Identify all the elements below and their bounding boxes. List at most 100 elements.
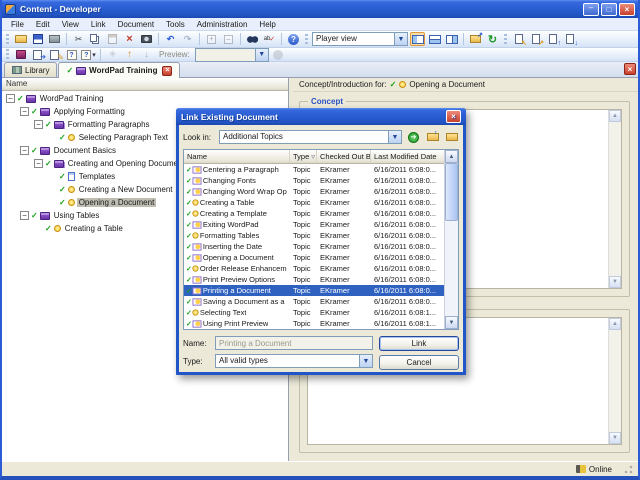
document-row[interactable]: Creating a Table Topic EKramer 6/16/2011… [184, 197, 444, 208]
look-in-select[interactable]: Additional Topics [219, 130, 402, 144]
tree-item[interactable]: WordPad Training [2, 92, 288, 105]
type-select[interactable]: All valid types [215, 354, 373, 368]
promote-icon[interactable] [122, 49, 137, 61]
scrollbar-thumb[interactable] [445, 163, 458, 221]
tree-expander-icon[interactable] [34, 120, 43, 129]
column-header-type[interactable]: Type [290, 150, 317, 163]
expand-all-icon[interactable] [204, 32, 219, 46]
up-one-level-button[interactable] [425, 130, 440, 144]
refresh-icon[interactable] [485, 32, 500, 46]
tree-expander-icon[interactable] [20, 146, 29, 155]
edit-document-icon[interactable] [47, 49, 64, 62]
vertical-split-icon[interactable] [444, 32, 459, 46]
unlink-topic-icon[interactable] [528, 32, 544, 47]
document-row[interactable]: Printing a Document Topic EKramer 6/16/2… [184, 285, 444, 296]
link-button[interactable]: Link [379, 336, 459, 351]
document-row[interactable]: Changing Word Wrap Options Topic EKramer… [184, 186, 444, 197]
tab-close-button[interactable] [162, 65, 173, 76]
print-icon[interactable] [47, 32, 62, 46]
dialog-close-button[interactable] [446, 110, 461, 123]
open-folder-button[interactable] [444, 131, 459, 144]
document-row[interactable]: Saving a Document as a Ne... Topic EKram… [184, 296, 444, 307]
scroll-down-icon[interactable] [609, 432, 621, 444]
scroll-up-icon[interactable] [445, 150, 458, 163]
toolbar-grip[interactable] [6, 49, 9, 60]
menu-item[interactable]: Link [86, 19, 111, 30]
horizontal-split-icon[interactable] [427, 32, 442, 46]
tree-expander-icon[interactable] [6, 94, 15, 103]
move-up-icon[interactable] [545, 32, 561, 47]
minimize-button[interactable] [583, 2, 599, 16]
scroll-down-icon[interactable] [609, 276, 621, 288]
collapse-all-icon[interactable] [221, 32, 236, 46]
help-icon[interactable] [286, 32, 301, 46]
menu-item[interactable]: Edit [31, 19, 55, 30]
close-button[interactable] [619, 2, 635, 16]
document-row[interactable]: Creating a Template Topic EKramer 6/16/2… [184, 208, 444, 219]
document-row[interactable]: Exiting WordPad Topic EKramer 6/16/2011 … [184, 219, 444, 230]
column-header-checked-out-by[interactable]: Checked Out By [317, 150, 371, 163]
redo-icon[interactable] [180, 32, 195, 46]
resize-grip[interactable] [622, 463, 634, 475]
undo-icon[interactable] [163, 32, 178, 46]
paste-icon[interactable] [105, 32, 120, 46]
screenshot-icon[interactable] [139, 32, 154, 46]
open-in-player-icon[interactable] [468, 31, 483, 46]
document-row[interactable]: Selecting Text Topic EKramer 6/16/2011 6… [184, 307, 444, 318]
document-row[interactable]: Centering a Paragraph Topic EKramer 6/16… [184, 164, 444, 175]
editor-scrollbar[interactable] [608, 110, 621, 288]
help-topic-menu-icon[interactable] [81, 49, 96, 61]
document-row[interactable]: Print Preview Options Topic EKramer 6/16… [184, 274, 444, 285]
scroll-up-icon[interactable] [609, 110, 621, 122]
menu-item[interactable]: Help [254, 19, 280, 30]
find-icon[interactable] [245, 32, 260, 46]
editor-scrollbar[interactable] [608, 318, 621, 444]
help-topic-icon[interactable] [64, 49, 79, 61]
spell-check-icon[interactable] [262, 32, 277, 46]
open-icon[interactable] [13, 32, 28, 46]
menu-item[interactable]: Tools [161, 19, 190, 30]
player-view-layout-icon[interactable] [410, 32, 425, 46]
copy-icon[interactable] [88, 32, 103, 46]
delete-icon[interactable] [122, 32, 137, 46]
tab-wordpad-training[interactable]: WordPad Training [58, 62, 181, 78]
preview-select[interactable] [194, 47, 269, 62]
tree-expander-icon[interactable] [34, 159, 43, 168]
tree-expander-icon[interactable] [20, 107, 29, 116]
content-book-icon[interactable] [13, 49, 28, 61]
tab-library[interactable]: Library [4, 62, 58, 77]
close-pane-button[interactable] [624, 63, 636, 75]
tree-column-header-name[interactable]: Name [2, 78, 288, 91]
document-row[interactable]: Order Release Enhancements Topic EKramer… [184, 263, 444, 274]
scroll-down-icon[interactable] [445, 316, 458, 329]
toolbar-grip[interactable] [504, 33, 507, 45]
column-header-name[interactable]: Name [184, 150, 290, 163]
list-scrollbar[interactable] [444, 150, 458, 329]
go-button[interactable] [406, 131, 421, 144]
format-icon[interactable] [105, 49, 120, 61]
toolbar-grip[interactable] [6, 33, 9, 45]
menu-item[interactable]: Administration [192, 19, 253, 30]
cancel-button[interactable]: Cancel [379, 355, 459, 370]
menu-item[interactable]: View [57, 19, 84, 30]
save-icon[interactable] [30, 32, 45, 46]
document-row[interactable]: Opening a Document Topic EKramer 6/16/20… [184, 252, 444, 263]
document-row[interactable]: Using Print Preview Topic EKramer 6/16/2… [184, 318, 444, 329]
go-preview-icon[interactable] [271, 49, 286, 61]
menu-item[interactable]: Document [113, 19, 159, 30]
demote-icon[interactable] [139, 49, 154, 61]
document-row[interactable]: Formatting Tables Topic EKramer 6/16/201… [184, 230, 444, 241]
tree-expander-icon[interactable] [20, 211, 29, 220]
cut-icon[interactable] [71, 32, 86, 46]
link-topic-icon[interactable] [511, 32, 527, 47]
scroll-up-icon[interactable] [609, 318, 621, 330]
move-down-icon[interactable] [562, 32, 578, 47]
column-header-last-modified[interactable]: Last Modified Date [371, 150, 444, 163]
send-document-icon[interactable] [30, 49, 46, 61]
name-input[interactable]: Printing a Document [215, 336, 373, 350]
document-row[interactable]: Inserting the Date Topic EKramer 6/16/20… [184, 241, 444, 252]
menu-item[interactable]: File [6, 19, 29, 30]
toolbar-grip[interactable] [305, 33, 308, 45]
maximize-button[interactable] [601, 2, 617, 16]
document-row[interactable]: Changing Fonts Topic EKramer 6/16/2011 6… [184, 175, 444, 186]
